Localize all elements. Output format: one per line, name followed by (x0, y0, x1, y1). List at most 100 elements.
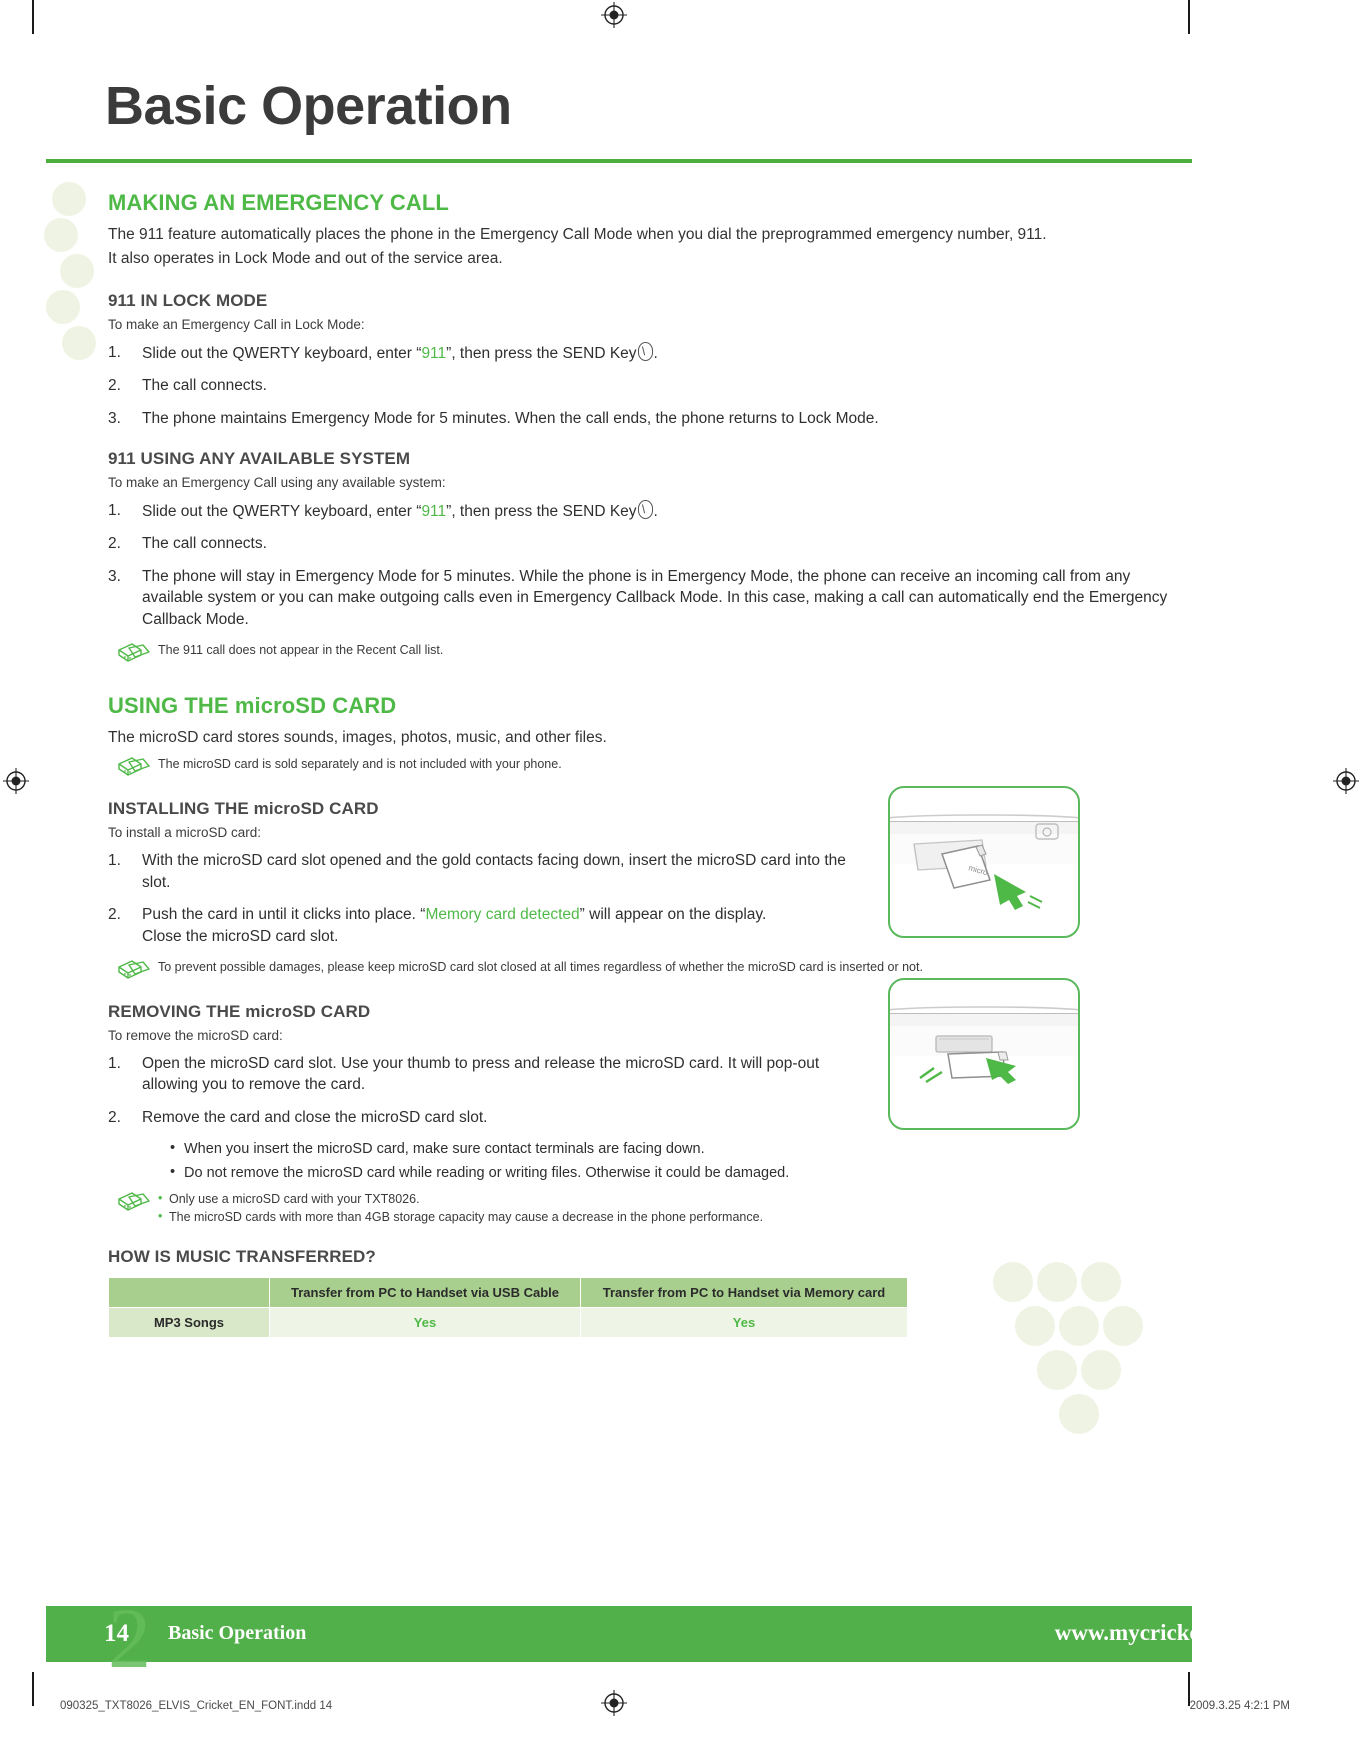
step-text-tail: . (653, 503, 658, 521)
installing-steps: 1. With the microSD card slot opened and … (108, 850, 868, 947)
step-text-tail: . (653, 344, 658, 362)
step-text: The phone will stay in Emergency Mode fo… (142, 567, 1168, 628)
lock-mode-steps: 1. Slide out the QWERTY keyboard, enter “… (108, 341, 1168, 429)
send-key-icon (637, 500, 653, 520)
list-item: The microSD cards with more than 4GB sto… (158, 1207, 1168, 1227)
note-cards-icon (116, 755, 154, 779)
any-system-lead: To make an Emergency Call using any avai… (108, 475, 446, 491)
print-slug-right: 2009.3.25 4:2:1 PM (1189, 1700, 1290, 1712)
decorative-dots-left (44, 182, 114, 360)
step-number: 1. (108, 502, 121, 520)
emergency-intro-line1: The 911 feature automatically places the… (108, 226, 1047, 243)
step-number: 1. (108, 343, 121, 361)
note-cards-icon (116, 1190, 154, 1214)
step-text: The phone maintains Emergency Mode for 5… (142, 409, 879, 427)
note-text: To prevent possible damages, please keep… (158, 959, 923, 974)
registration-mark-bottom (601, 1690, 627, 1716)
removing-steps: 1. Open the microSD card slot. Use your t… (108, 1053, 868, 1128)
step-text: With the microSD card slot opened and th… (142, 852, 846, 891)
microsd-install-illustration: micro (888, 786, 1080, 938)
step-text: Remove the card and close the microSD ca… (142, 1108, 488, 1126)
crop-mark-tr-v (1188, 0, 1190, 34)
subsection-heading-911-any-system: 911 USING ANY AVAILABLE SYSTEM (108, 449, 411, 469)
table-row: MP3 Songs Yes Yes (108, 1307, 909, 1339)
list-item: Only use a microSD card with your TXT802… (158, 1189, 1168, 1209)
note-cards-icon (116, 958, 154, 982)
print-slug-left: 090325_TXT8026_ELVIS_Cricket_EN_FONT.ind… (60, 1700, 333, 1712)
registration-mark-top (601, 2, 627, 28)
list-item: 2. Push the card in until it clicks into … (108, 904, 868, 947)
table-header-blank (108, 1277, 270, 1309)
subsection-heading-911-lock-mode: 911 IN LOCK MODE (108, 290, 268, 310)
lock-mode-lead: To make an Emergency Call in Lock Mode: (108, 316, 365, 332)
step-text-post: ” will appear on the display. (579, 906, 767, 924)
table-header-usb: Transfer from PC to Handset via USB Cabl… (269, 1277, 581, 1309)
music-transfer-table: Transfer from PC to Handset via USB Cabl… (108, 1277, 909, 1339)
list-item: 2. The call connects. (108, 375, 1168, 396)
step-text: Open the microSD card slot. Use your thu… (142, 1054, 820, 1094)
subsection-heading-music-transfer: HOW IS MUSIC TRANSFERRED? (108, 1247, 376, 1267)
table-row: Transfer from PC to Handset via USB Cabl… (108, 1277, 909, 1309)
list-item: 2. The call connects. (108, 533, 1168, 554)
step-number: 2. (108, 535, 121, 553)
crop-mark-bl-v (32, 1672, 34, 1706)
table-cell-usb: Yes (269, 1307, 581, 1339)
step-text-pre: Slide out the QWERTY keyboard, enter “ (142, 344, 422, 362)
step-text-highlight: 911 (421, 344, 447, 362)
list-item: Do not remove the microSD card while rea… (170, 1162, 1168, 1183)
microsd-remove-illustration (888, 978, 1080, 1130)
footer-website-url: www.mycricket.com (1054, 1620, 1254, 1645)
step-text-post: ”, then press the SEND Key (446, 344, 637, 362)
step-number: 2. (108, 377, 121, 395)
note-microsd-sold-separately: The microSD card is sold separately and … (108, 755, 1168, 779)
list-item: 2. Remove the card and close the microSD … (108, 1107, 868, 1128)
list-item: 1. With the microSD card slot opened and … (108, 850, 868, 893)
list-item: 3. The phone will stay in Emergency Mode … (108, 566, 1168, 630)
step-text-pre: Slide out the QWERTY keyboard, enter “ (142, 503, 422, 521)
step-number: 1. (108, 1054, 121, 1072)
list-item: 1. Slide out the QWERTY keyboard, enter “… (108, 500, 1168, 522)
any-system-steps: 1. Slide out the QWERTY keyboard, enter “… (108, 500, 1168, 630)
step-number: 2. (108, 1108, 121, 1126)
table-head: Transfer from PC to Handset via USB Cabl… (108, 1277, 909, 1309)
list-item: 1. Slide out the QWERTY keyboard, enter “… (108, 341, 1168, 364)
step-text: The call connects. (142, 535, 267, 553)
step-text: The call connects. (142, 377, 267, 395)
registration-mark-left (3, 768, 29, 794)
step-text-pre: Push the card in until it clicks into pl… (142, 906, 426, 924)
list-item: When you insert the microSD card, make s… (170, 1138, 1168, 1159)
step-text-post: ”, then press the SEND Key (446, 503, 637, 521)
step-number: 2. (108, 906, 121, 924)
step-text-highlight: Memory card detected (425, 906, 580, 924)
note-cards-icon (116, 641, 154, 665)
title-divider (46, 159, 1192, 163)
table-body: MP3 Songs Yes Yes (108, 1307, 909, 1339)
registration-mark-right (1333, 768, 1359, 794)
note-list: Only use a microSD card with your TXT802… (158, 1189, 1168, 1228)
table-header-memory-card: Transfer from PC to Handset via Memory c… (579, 1277, 909, 1309)
section-heading-emergency: MAKING AN EMERGENCY CALL (108, 190, 449, 215)
send-key-icon (637, 341, 653, 361)
list-item: 3. The phone maintains Emergency Mode for… (108, 408, 1168, 429)
note-microsd-compatibility: Only use a microSD card with your TXT802… (108, 1189, 1168, 1228)
step-number: 1. (108, 852, 121, 870)
page-content: MAKING AN EMERGENCY CALL The 911 feature… (108, 190, 1168, 1339)
step-text-highlight: 911 (421, 503, 447, 521)
note-text: The 911 call does not appear in the Rece… (158, 642, 444, 657)
page-title: Basic Operation (105, 76, 512, 136)
removing-bullets: When you insert the microSD card, make s… (108, 1138, 1168, 1184)
manual-page: Basic Operation MAKING AN EMERGENCY CALL… (0, 0, 1362, 1737)
page-number: 14 (104, 1620, 129, 1647)
table-cell-memory-card: Yes (579, 1307, 909, 1339)
step-number: 3. (108, 409, 121, 427)
step-text-second-line: Close the microSD card slot. (142, 927, 339, 945)
step-number: 3. (108, 567, 121, 585)
note-911-recent-call: The 911 call does not appear in the Rece… (108, 641, 1168, 665)
footer-section-label: Basic Operation (168, 1622, 307, 1644)
note-text: The microSD card is sold separately and … (158, 757, 562, 772)
microsd-intro: The microSD card stores sounds, images, … (108, 728, 607, 746)
table-row-label: MP3 Songs (108, 1307, 270, 1339)
list-item: 1. Open the microSD card slot. Use your t… (108, 1053, 868, 1096)
emergency-intro-line2: It also operates in Lock Mode and out of… (108, 250, 503, 268)
section-heading-microsd: USING THE microSD CARD (108, 692, 397, 718)
